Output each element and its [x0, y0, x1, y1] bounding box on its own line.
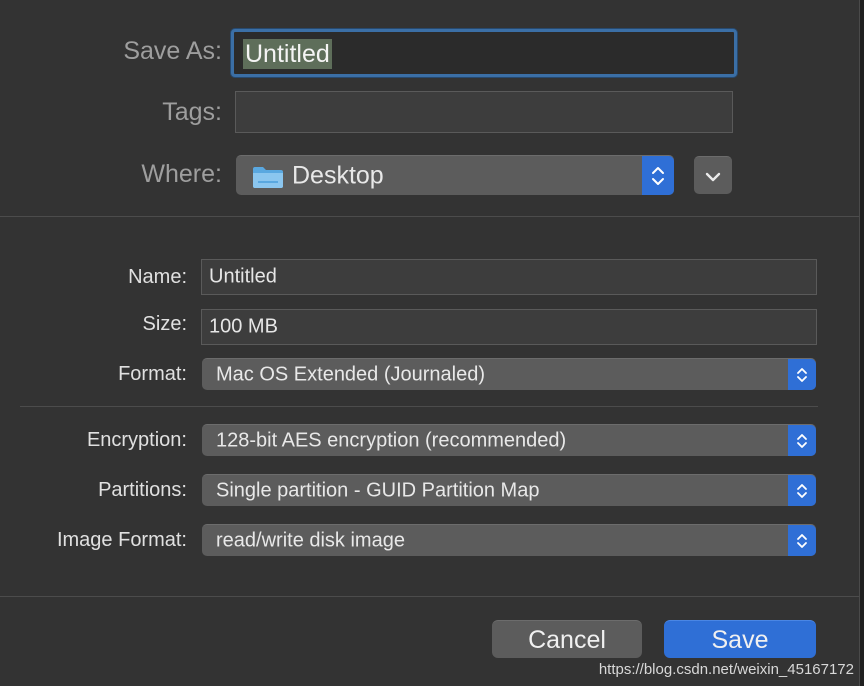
save-button[interactable]: Save [664, 620, 816, 658]
where-stepper-icon [642, 156, 674, 195]
chevron-down-icon [705, 170, 721, 188]
window-edge [859, 0, 864, 686]
format-popup[interactable]: Mac OS Extended (Journaled) [202, 358, 816, 390]
save-disk-image-dialog: Save As: Untitled Tags: Where: Desktop N… [0, 0, 864, 686]
save-as-label: Save As: [123, 37, 222, 65]
encryption-popup[interactable]: 128-bit AES encryption (recommended) [202, 424, 816, 456]
encryption-stepper-icon [788, 425, 816, 456]
name-label: Name: [128, 266, 187, 288]
image-format-value: read/write disk image [216, 529, 405, 551]
encryption-value: 128-bit AES encryption (recommended) [216, 429, 567, 451]
watermark-text: https://blog.csdn.net/weixin_45167172 [598, 661, 854, 678]
size-input[interactable]: 100 MB [201, 309, 817, 345]
image-format-popup[interactable]: read/write disk image [202, 524, 816, 556]
tags-label: Tags: [162, 98, 222, 126]
save-as-selected-text: Untitled [243, 39, 332, 69]
format-label: Format: [118, 363, 187, 385]
size-label: Size: [142, 313, 187, 335]
footer-divider [0, 596, 860, 597]
partitions-label: Partitions: [98, 479, 187, 501]
where-value: Desktop [292, 161, 384, 189]
expand-button[interactable] [694, 156, 732, 194]
where-popup[interactable]: Desktop [236, 155, 674, 195]
encryption-label: Encryption: [86, 429, 187, 451]
tags-input[interactable] [235, 91, 733, 133]
partitions-value: Single partition - GUID Partition Map [216, 479, 540, 501]
folder-icon [252, 165, 284, 189]
options-divider [20, 406, 818, 407]
name-value: Untitled [209, 265, 277, 288]
name-input[interactable]: Untitled [201, 259, 817, 295]
where-label: Where: [141, 160, 222, 188]
format-value: Mac OS Extended (Journaled) [216, 363, 486, 385]
partitions-popup[interactable]: Single partition - GUID Partition Map [202, 474, 816, 506]
partitions-stepper-icon [788, 475, 816, 506]
image-format-stepper-icon [788, 525, 816, 556]
cancel-button[interactable]: Cancel [492, 620, 642, 658]
section-divider [0, 216, 860, 217]
save-as-input[interactable]: Untitled [231, 29, 737, 77]
format-stepper-icon [788, 359, 816, 390]
image-format-label: Image Format: [56, 529, 187, 551]
size-value: 100 MB [209, 315, 278, 338]
